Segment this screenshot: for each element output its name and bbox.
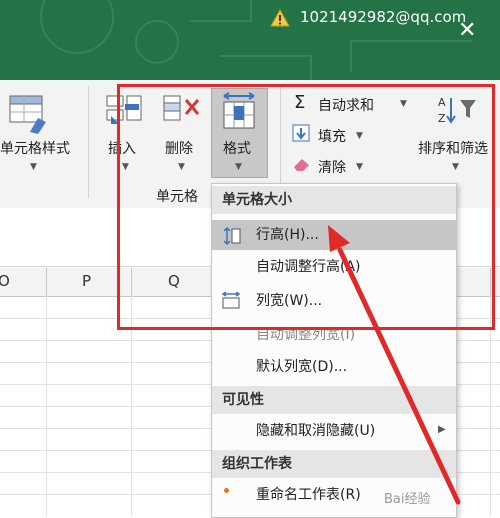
background-decoration — [40, 0, 114, 54]
separator — [88, 86, 89, 198]
warning-icon[interactable] — [270, 8, 290, 28]
menu-section-visibility: 可见性 — [212, 386, 456, 414]
chevron-down-icon[interactable]: ▼ — [30, 162, 37, 172]
rename-sheet-icon — [224, 488, 229, 493]
menu-item-default-width[interactable]: 默认列宽(D)... — [212, 352, 456, 382]
column-separator — [46, 268, 47, 296]
cell-styles-button[interactable]: 单元格样式 — [0, 138, 70, 158]
column-header-o[interactable]: O — [0, 272, 10, 290]
menu-section-organize-sheets: 组织工作表 — [212, 450, 456, 478]
menu-item-hide-unhide[interactable]: 隐藏和取消隐藏(U) — [212, 416, 456, 446]
annotation-highlight-box — [117, 84, 495, 330]
background-decoration — [220, 55, 312, 80]
cell-styles-icon — [9, 95, 46, 134]
watermark: Bai经验 — [384, 492, 431, 507]
chevron-right-icon: ▶ — [438, 424, 446, 435]
background-decoration — [190, 0, 252, 22]
account-email[interactable]: 1021492982@qq.com — [300, 8, 466, 26]
background-decoration — [350, 40, 472, 72]
column-header-p[interactable]: P — [82, 272, 91, 290]
background-decoration — [135, 20, 179, 64]
close-icon[interactable]: ✕ — [458, 18, 476, 43]
